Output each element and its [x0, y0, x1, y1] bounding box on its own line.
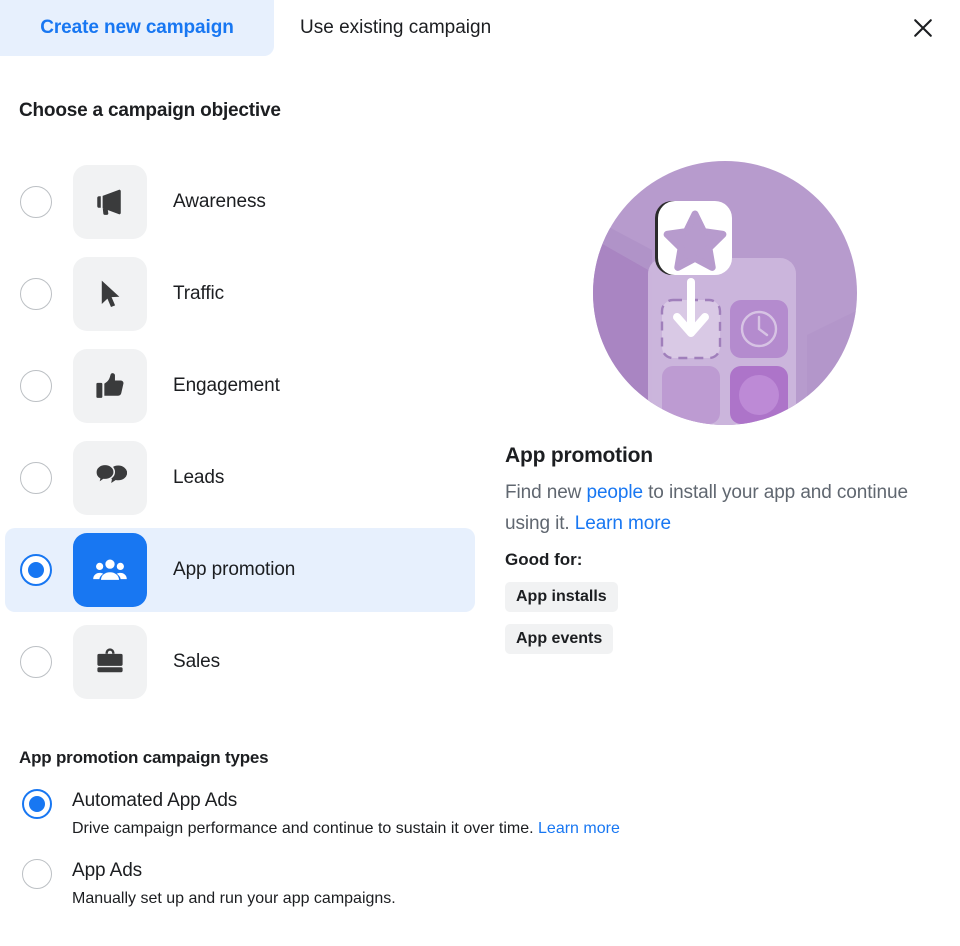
cursor-icon: [101, 280, 120, 308]
objective-label: Awareness: [173, 191, 266, 212]
speech-bubbles-icon: [95, 463, 127, 485]
radio-automated-app-ads[interactable]: [22, 789, 52, 819]
campaign-types-list: Automated App Ads Drive campaign perform…: [0, 788, 960, 928]
campaign-type-sub: Manually set up and run your app campaig…: [72, 888, 396, 910]
objective-row-leads[interactable]: Leads: [5, 436, 475, 520]
detail-title: App promotion: [505, 444, 653, 467]
campaign-type-label: Automated App Ads: [72, 790, 238, 811]
campaign-type-row-app-ads[interactable]: App Ads Manually set up and run your app…: [0, 858, 960, 910]
objective-list: Awareness Traffic Engagement Leads App p…: [0, 160, 480, 712]
objective-label: App promotion: [173, 559, 296, 580]
good-for-label: Good for:: [505, 550, 583, 569]
close-button[interactable]: [906, 11, 940, 45]
detail-desc-part1: Find new: [505, 482, 587, 503]
objective-row-sales[interactable]: Sales: [5, 620, 475, 704]
objective-label: Engagement: [173, 375, 280, 396]
page-title: Choose a campaign objective: [19, 100, 281, 121]
campaign-type-text: App Ads Manually set up and run your app…: [72, 858, 396, 910]
cursor-icon-tile: [73, 257, 147, 331]
briefcase-icon: [97, 648, 123, 673]
objective-label: Traffic: [173, 283, 225, 304]
objective-label: Leads: [173, 467, 225, 488]
campaign-type-sub-text: Manually set up and run your app campaig…: [72, 890, 396, 907]
campaign-type-label: App Ads: [72, 860, 143, 881]
radio-app-ads[interactable]: [22, 859, 52, 889]
tab-create-new-campaign[interactable]: Create new campaign: [0, 0, 274, 56]
status-badge-app-installs: App installs: [505, 582, 618, 612]
thumbs-up-icon: [96, 373, 124, 398]
campaign-type-text: Automated App Ads Drive campaign perform…: [72, 788, 620, 840]
megaphone-icon: [97, 189, 121, 215]
radio-engagement[interactable]: [20, 370, 52, 402]
tab-use-existing-campaign-label: Use existing campaign: [300, 17, 492, 38]
tag-row-app-events: App events: [505, 612, 945, 654]
detail-description: Find new people to install your app and …: [505, 477, 915, 539]
radio-app-promotion[interactable]: [20, 554, 52, 586]
objective-row-app-promotion[interactable]: App promotion: [5, 528, 475, 612]
learn-more-link-automated[interactable]: Learn more: [538, 820, 620, 837]
campaign-types-title: App promotion campaign types: [19, 748, 269, 767]
people-group-icon: [93, 559, 127, 580]
thumbs-up-icon-tile: [73, 349, 147, 423]
megaphone-icon-tile: [73, 165, 147, 239]
campaign-type-sub: Drive campaign performance and continue …: [72, 818, 620, 840]
objective-row-engagement[interactable]: Engagement: [5, 344, 475, 428]
radio-sales[interactable]: [20, 646, 52, 678]
people-group-icon-tile: [73, 533, 147, 607]
tab-bar: Create new campaign Use existing campaig…: [0, 0, 960, 56]
app-promotion-illustration: [593, 161, 857, 425]
radio-traffic[interactable]: [20, 278, 52, 310]
campaign-type-row-automated-app-ads[interactable]: Automated App Ads Drive campaign perform…: [0, 788, 960, 840]
briefcase-icon-tile: [73, 625, 147, 699]
learn-more-link[interactable]: Learn more: [575, 513, 671, 534]
radio-leads[interactable]: [20, 462, 52, 494]
tab-use-existing-campaign[interactable]: Use existing campaign: [300, 0, 491, 56]
objective-label: Sales: [173, 651, 221, 672]
campaign-type-sub-text: Drive campaign performance and continue …: [72, 820, 539, 837]
tag-row-app-installs: App installs: [505, 570, 945, 612]
objective-row-traffic[interactable]: Traffic: [5, 252, 475, 336]
speech-bubbles-icon-tile: [73, 441, 147, 515]
status-badge-app-events: App events: [505, 624, 614, 654]
campaign-objective-dialog: Create new campaign Use existing campaig…: [0, 0, 960, 946]
illustration-wrapper: [505, 160, 945, 426]
close-icon: [914, 19, 932, 37]
people-link[interactable]: people: [586, 482, 643, 503]
objective-row-awareness[interactable]: Awareness: [5, 160, 475, 244]
tab-create-new-campaign-label: Create new campaign: [40, 17, 234, 38]
radio-awareness[interactable]: [20, 186, 52, 218]
objective-detail-panel: App promotion Find new people to install…: [505, 160, 945, 654]
